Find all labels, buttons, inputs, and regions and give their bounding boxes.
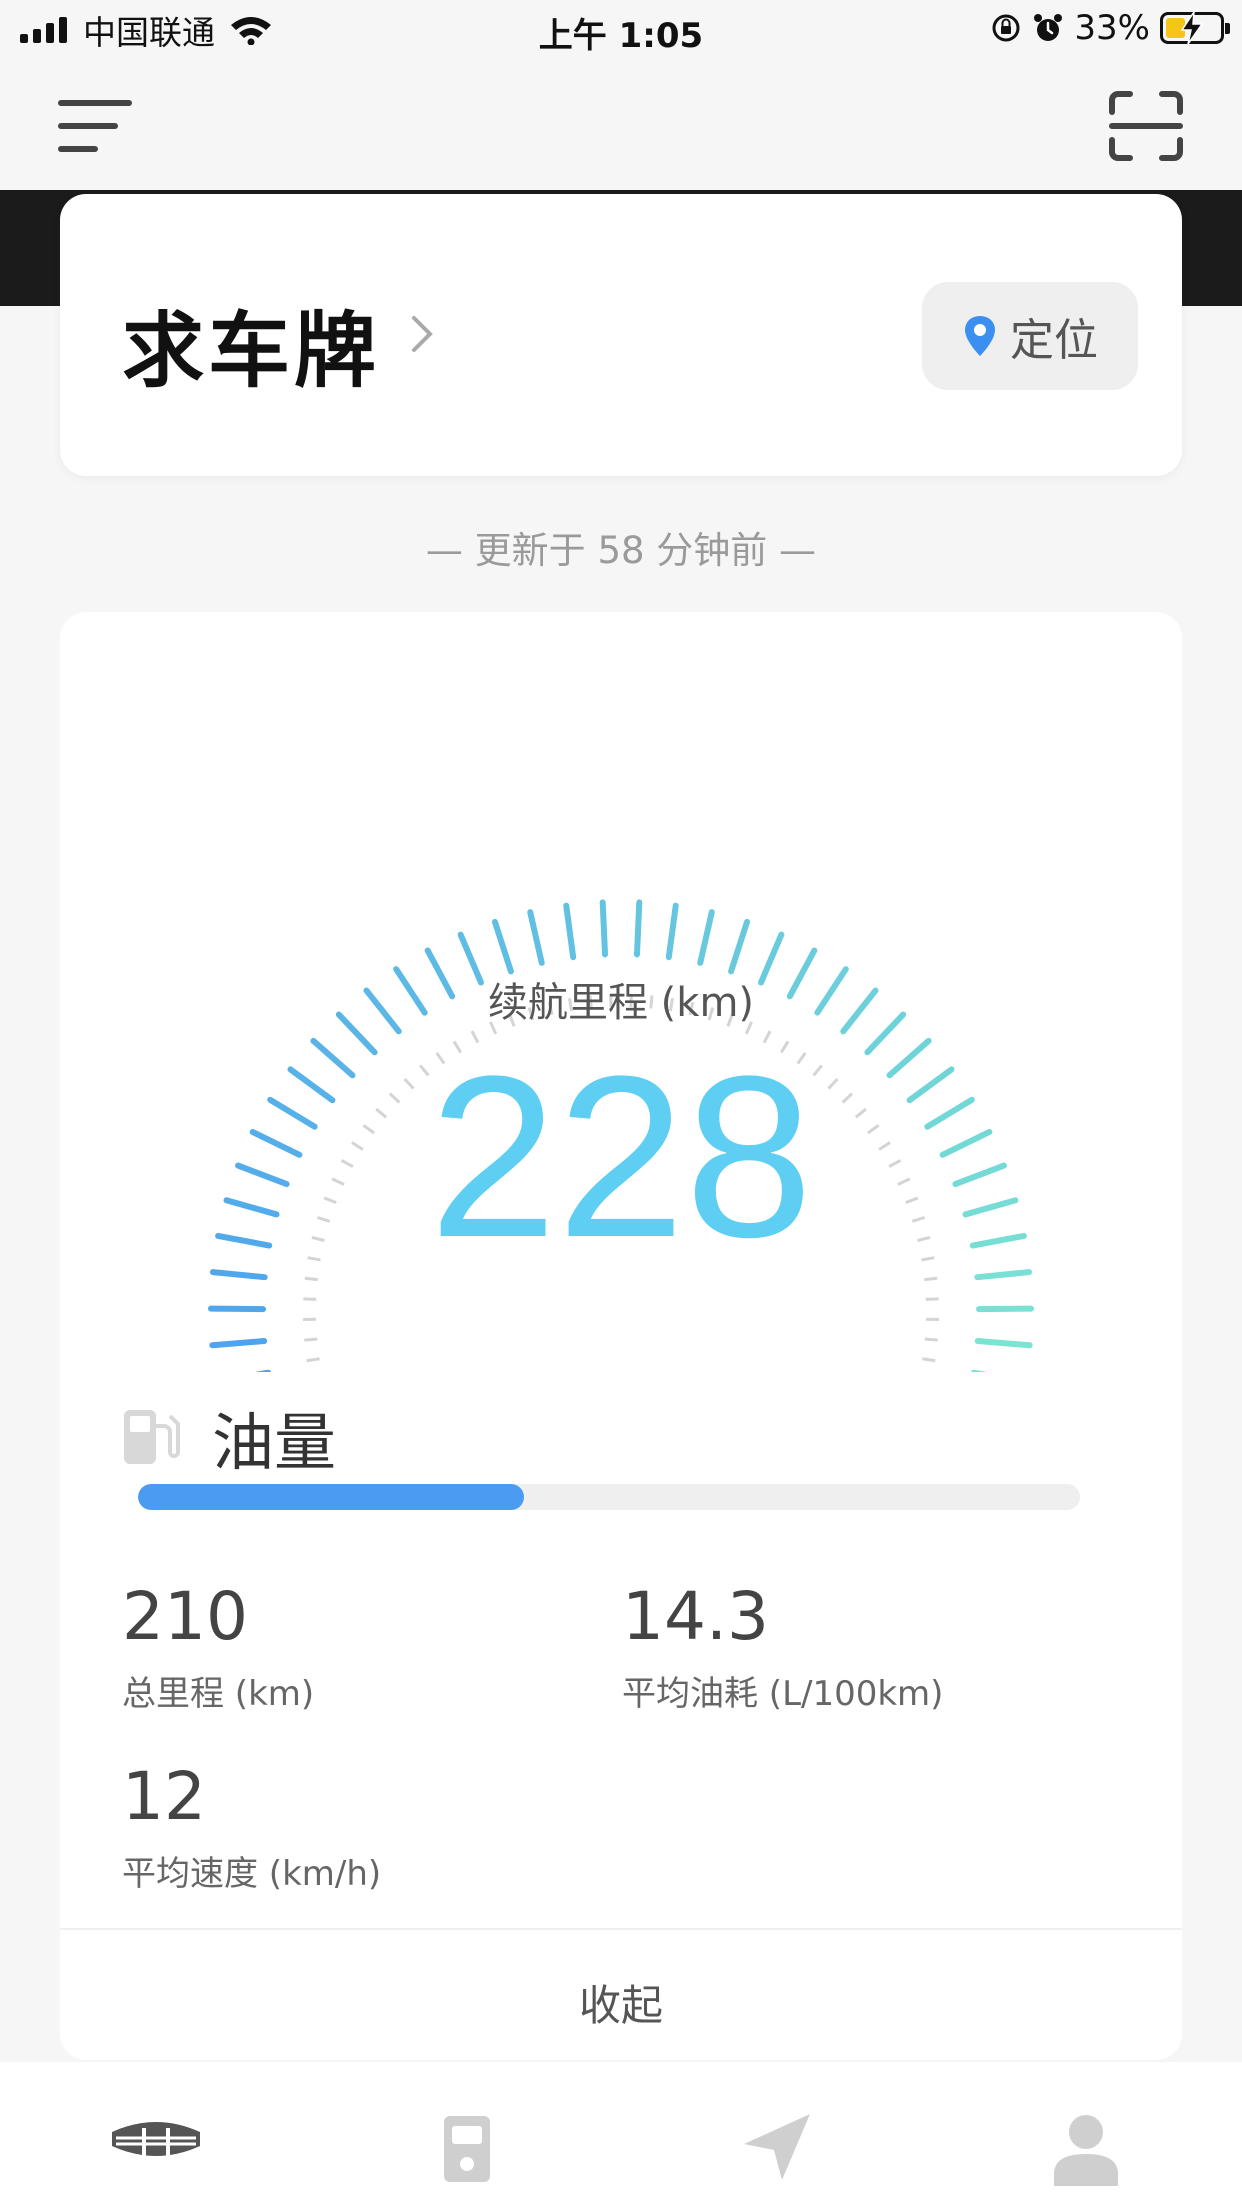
stat-avg-fuel: 14.3 平均油耗 (L/100km) <box>622 1584 943 1715</box>
rotation-lock-icon <box>992 14 1020 42</box>
gauge-major-tick <box>563 902 577 961</box>
gauge-major-tick <box>209 1269 268 1281</box>
plate-number[interactable]: 求车牌 <box>122 284 380 403</box>
locate-label: 定位 <box>1010 315 1098 366</box>
gauge-minor-tick <box>304 1276 318 1282</box>
scan-icon[interactable] <box>1108 90 1184 162</box>
gauge-major-tick <box>728 918 751 975</box>
stat-value: 210 <box>122 1578 248 1655</box>
stat-value: 14.3 <box>622 1578 769 1655</box>
menu-icon-line <box>58 146 98 152</box>
fuel-level-bar <box>138 1484 1080 1510</box>
stat-total-mileage: 210 总里程 (km) <box>122 1584 314 1715</box>
divider <box>60 1928 1182 1930</box>
gauge-major-tick <box>697 909 715 966</box>
updated-time-text: — 更新于 58 分钟前 — <box>425 529 817 572</box>
gauge-major-tick <box>665 902 679 961</box>
status-bar: 中国联通 上午 1:05 33% <box>0 0 1242 62</box>
stat-label: 总里程 (km) <box>122 1674 315 1714</box>
car-logo-icon[interactable] <box>106 2106 206 2186</box>
menu-button[interactable] <box>58 100 136 156</box>
range-value: 228 <box>429 1028 813 1285</box>
stat-label: 平均油耗 (L/100km) <box>622 1674 944 1714</box>
gauge-major-tick <box>974 1269 1033 1281</box>
locate-button[interactable]: 定位 <box>922 282 1138 390</box>
menu-icon-line <box>58 100 132 106</box>
top-nav-bar <box>0 62 1242 190</box>
fuel-header: 油量 <box>120 1392 336 1482</box>
gauge-major-tick <box>209 1338 268 1349</box>
fuel-title: 油量 <box>212 1406 337 1479</box>
gauge-minor-tick <box>925 1297 939 1301</box>
gauge-major-tick <box>974 1338 1033 1349</box>
navigation-icon[interactable] <box>726 2106 826 2186</box>
range-label: 续航里程 (km) <box>487 980 755 1026</box>
gauge-minor-tick <box>303 1297 317 1301</box>
menu-icon-line <box>58 123 118 129</box>
gauge-minor-tick <box>304 1337 318 1342</box>
bottom-tab-bar <box>0 2062 1242 2208</box>
fuel-pump-icon <box>124 1410 180 1464</box>
gauge-major-tick <box>633 899 643 958</box>
gauge-minor-tick <box>924 1276 938 1282</box>
battery-icon <box>1160 12 1230 44</box>
battery-percent: 33% <box>1074 8 1150 48</box>
gauge-minor-tick <box>924 1337 938 1342</box>
vehicle-card: 求车牌 定位 <box>60 194 1182 476</box>
gauge-minor-tick <box>922 1357 936 1363</box>
location-pin-icon <box>965 316 995 356</box>
gauge-major-tick <box>491 918 514 975</box>
stat-avg-speed: 12 平均速度 (km/h) <box>122 1764 381 1895</box>
collapse-button[interactable]: 收起 <box>60 1972 1182 2033</box>
gauge-minor-tick <box>306 1357 320 1363</box>
fuel-level-fill <box>138 1484 525 1510</box>
gauge-major-tick <box>527 909 545 966</box>
vehicle-status-card: 续航里程 (km) 228 油量 210 总里程 (km) 14.3 平均油耗 … <box>60 612 1182 2060</box>
profile-icon[interactable] <box>1036 2106 1136 2186</box>
chevron-right-icon[interactable] <box>408 312 438 356</box>
stat-value: 12 <box>122 1758 206 1835</box>
gauge-major-tick <box>599 899 609 958</box>
fuel-station-icon[interactable] <box>420 2106 520 2186</box>
stat-label: 平均速度 (km/h) <box>122 1854 382 1894</box>
alarm-icon <box>1034 14 1063 41</box>
